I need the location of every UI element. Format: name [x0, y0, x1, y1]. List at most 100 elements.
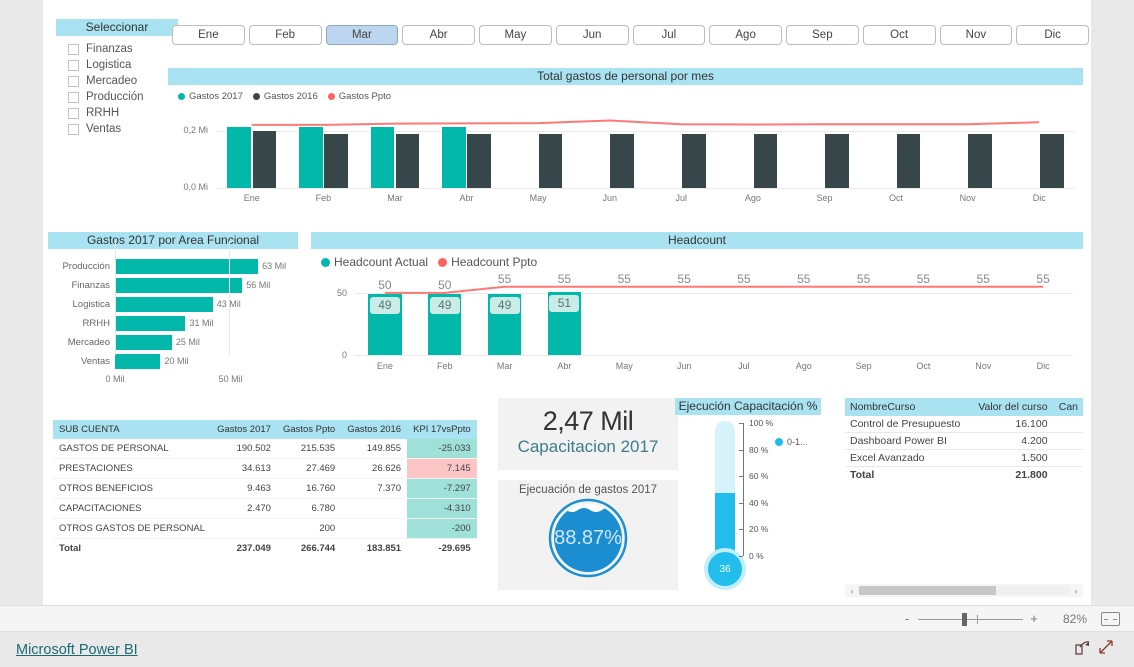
zoom-slider[interactable] [918, 612, 1023, 626]
fullscreen-icon[interactable] [1094, 638, 1118, 661]
table-row[interactable]: CAPACITACIONES 2.470 6.780 -4.310 [53, 498, 477, 519]
zoom-in-button[interactable]: + [1029, 611, 1039, 626]
month-tile-sep[interactable]: Sep [786, 25, 859, 45]
hbar-logistica[interactable] [115, 297, 213, 312]
bar-gastos-2017-feb[interactable] [299, 126, 323, 188]
column-header[interactable]: Gastos 2017 [211, 420, 277, 439]
bar-gastos-2017-mar[interactable] [370, 126, 395, 188]
bar-gastos-2016-dic[interactable] [1039, 134, 1064, 188]
hbar-row[interactable]: Ventas 20 Mil [48, 353, 298, 370]
slicer-item-mercadeo[interactable]: Mercadeo [56, 73, 178, 89]
courses-column-header[interactable]: Can [1052, 398, 1083, 416]
month-tile-dic[interactable]: Dic [1016, 25, 1089, 45]
legend-headcount[interactable]: Headcount Actual Headcount Ppto [311, 249, 1083, 269]
thermo-legend[interactable]: 0-1... [775, 437, 808, 447]
checkbox-icon[interactable] [68, 75, 79, 87]
bar-gastos-2017-abr[interactable] [442, 126, 466, 188]
month-tile-jul[interactable]: Jul [632, 25, 706, 45]
month-tile-mar[interactable]: Mar [325, 25, 399, 45]
column-header[interactable]: Gastos 2016 [341, 420, 408, 439]
hbar-finanzas[interactable] [115, 278, 243, 293]
legend-item-gastos-2016[interactable]: Gastos 2016 [252, 91, 318, 102]
fit-to-page-icon[interactable] [1101, 611, 1120, 626]
thermo-tick-label: 60 % [749, 471, 769, 482]
month-tile-ene[interactable]: Ene [172, 25, 245, 45]
checkbox-icon[interactable] [68, 107, 79, 119]
courses-column-header[interactable]: NombreCurso [845, 398, 971, 416]
table-row[interactable]: GASTOS DE PERSONAL 190.502 215.535 149.855-… [53, 439, 477, 459]
courses-row[interactable]: Dashboard Power BI 4.200 [845, 432, 1083, 450]
checkbox-icon[interactable] [68, 123, 79, 135]
hbar-row[interactable]: Mercadeo 25 Mil [48, 334, 298, 351]
hbar-category-label: Logistica [72, 299, 111, 310]
zoom-control[interactable]: - + [902, 611, 1039, 626]
bar-gastos-2016-oct[interactable] [896, 134, 921, 188]
bar-gastos-2016-jul[interactable] [682, 134, 706, 188]
table-row[interactable]: PRESTACIONES 34.613 27.469 26.626 7.145 [53, 458, 477, 479]
month-slicer[interactable]: Ene Feb Mar Abr May Jun Jul Ago Sep Oct Nov Dic [172, 25, 1089, 45]
month-tile-may[interactable]: May [479, 25, 552, 45]
bar-gastos-2016-sep[interactable] [825, 134, 849, 188]
courses-row[interactable]: Control de Presupuesto 16.100 [845, 416, 1083, 433]
checkbox-icon[interactable] [68, 91, 79, 103]
month-tile-ago[interactable]: Ago [709, 25, 782, 45]
hbar-row[interactable]: RRHH 31 Mil [48, 315, 298, 332]
zoom-out-button[interactable]: - [902, 611, 912, 626]
month-tile-jun[interactable]: Jun [555, 25, 629, 45]
hbar-row[interactable]: Logistica 43 Mil [48, 296, 298, 313]
bar-gastos-2016-ene[interactable] [252, 131, 277, 188]
month-tile-abr[interactable]: Abr [402, 25, 475, 45]
hbar-row[interactable]: Producción 63 Mil [48, 258, 298, 275]
hbar-producción[interactable] [115, 259, 259, 274]
bar-gastos-2016-abr[interactable] [467, 133, 491, 188]
legend-item-headcount-ppto[interactable]: Headcount Ppto [438, 255, 537, 269]
slicer-item-ventas[interactable]: Ventas [56, 121, 178, 137]
column-header[interactable]: SUB CUENTA [53, 420, 212, 439]
bar-gastos-2017-ene[interactable] [227, 126, 252, 188]
month-tile-oct[interactable]: Oct [862, 25, 936, 45]
month-tile-feb[interactable]: Feb [248, 25, 322, 45]
bar-gastos-2016-mar[interactable] [395, 134, 420, 188]
courses-horizontal-scrollbar[interactable]: ‹ › [845, 584, 1083, 597]
bar-gastos-2016-may[interactable] [538, 133, 563, 188]
bar-gastos-2016-jun[interactable] [610, 133, 635, 188]
hbar-row[interactable]: Finanzas 56 Mil [48, 277, 298, 294]
courses-row[interactable]: Excel Avanzado 1.500 [845, 449, 1083, 467]
courses-body[interactable]: Control de Presupuesto 16.100 Dashboard Po… [845, 416, 1083, 483]
courses-column-header[interactable]: Valor del curso [970, 398, 1053, 416]
hbar-ventas[interactable] [115, 354, 161, 369]
bar-gastos-2016-feb[interactable] [324, 133, 348, 188]
slicer-item-rrhh[interactable]: RRHH [56, 105, 178, 121]
table-sub-cuenta[interactable]: SUB CUENTA Gastos 2017 Gastos Ppto Gastos 2… [53, 420, 477, 560]
legend-item-gastos-ppto[interactable]: Gastos Ppto [327, 91, 391, 102]
zoom-slider-handle[interactable] [962, 612, 967, 626]
area-slicer[interactable]: Seleccionar Finanzas Logistica Mercadeo Pro… [56, 19, 178, 137]
table-row[interactable]: OTROS BENEFICIOS 9.463 16.760 7.370 -7.297 [53, 478, 477, 499]
legend-gastos[interactable]: Gastos 2017 Gastos 2016 Gastos Ppto [168, 85, 1083, 102]
scroll-trough[interactable] [859, 586, 1069, 595]
powerbi-brand-link[interactable]: Microsoft Power BI [16, 642, 138, 658]
column-header[interactable]: Gastos Ppto [276, 420, 342, 439]
table-body[interactable]: GASTOS DE PERSONAL 190.502 215.535 149.855-… [53, 439, 477, 558]
bar-gastos-2016-nov[interactable] [968, 134, 992, 188]
bar-gastos-2016-ago[interactable] [753, 134, 778, 188]
slicer-item-finanzas[interactable]: Finanzas [56, 41, 178, 57]
table-row[interactable]: OTROS GASTOS DE PERSONAL 200 -200 [53, 518, 477, 539]
slicer-item-producción[interactable]: Producción [56, 89, 178, 105]
hbar-mercadeo[interactable] [115, 335, 172, 350]
table-cursos[interactable]: NombreCurso Valor del curso Can Control de… [845, 398, 1083, 598]
share-icon[interactable] [1070, 639, 1094, 660]
slicer-options[interactable]: Finanzas Logistica Mercadeo Producción RRHH V… [56, 36, 178, 137]
column-header[interactable]: KPI 17vsPpto [407, 420, 477, 439]
slicer-item-logistica[interactable]: Logistica [56, 57, 178, 73]
checkbox-icon[interactable] [68, 43, 79, 55]
report-canvas: Seleccionar Finanzas Logistica Mercadeo Pro… [43, 0, 1091, 605]
scroll-left-arrow-icon[interactable]: ‹ [845, 586, 859, 596]
hbar-rrhh[interactable] [115, 316, 186, 331]
legend-item-gastos-2017[interactable]: Gastos 2017 [178, 91, 243, 102]
month-tile-nov[interactable]: Nov [939, 25, 1013, 45]
scroll-thumb[interactable] [859, 586, 996, 595]
scroll-right-arrow-icon[interactable]: › [1069, 586, 1083, 596]
legend-item-headcount-actual[interactable]: Headcount Actual [321, 255, 428, 269]
checkbox-icon[interactable] [68, 59, 79, 71]
